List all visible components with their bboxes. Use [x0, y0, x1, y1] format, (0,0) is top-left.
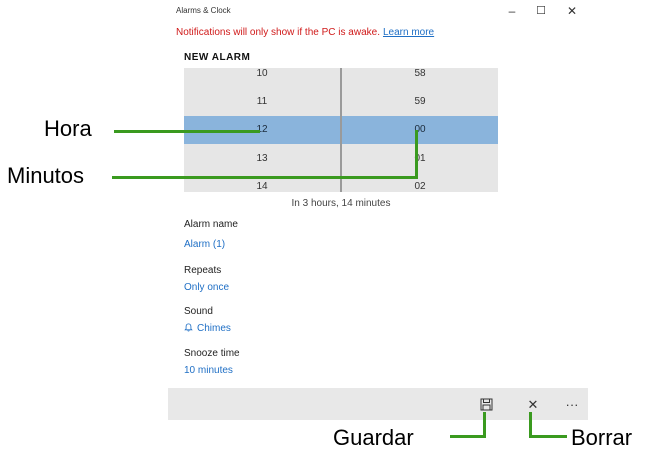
minute-item[interactable]: 02 [342, 181, 498, 192]
minute-item-selected[interactable]: 00 [342, 124, 498, 136]
bell-icon [184, 323, 193, 332]
close-window-button[interactable]: ✕ [562, 3, 582, 19]
alarm-name-label: Alarm name [184, 219, 238, 230]
annotation-minutos-line-v [415, 130, 418, 179]
minute-item[interactable]: 58 [342, 68, 498, 80]
snooze-selector[interactable]: 10 minutes [184, 365, 233, 376]
repeats-selector[interactable]: Only once [184, 282, 229, 293]
repeats-label: Repeats [184, 265, 222, 276]
sound-label: Sound [184, 306, 213, 317]
minimize-button[interactable]: – [502, 3, 522, 19]
maximize-button[interactable]: ☐ [531, 3, 551, 19]
hour-item[interactable]: 14 [184, 181, 340, 192]
sound-selector[interactable]: Chimes [184, 323, 231, 334]
annotation-hora: Hora [44, 116, 92, 141]
minute-item[interactable]: 59 [342, 96, 498, 108]
annotation-guardar: Guardar [333, 425, 414, 450]
new-alarm-heading: NEW ALARM [184, 52, 251, 63]
annotation-hora-line [114, 130, 260, 133]
learn-more-link[interactable]: Learn more [383, 27, 434, 38]
more-button[interactable]: ··· [561, 395, 583, 415]
annotation-guardar-line-v [483, 412, 486, 438]
hour-item[interactable]: 11 [184, 96, 340, 108]
window-title: Alarms & Clock [176, 6, 231, 15]
save-icon [480, 398, 492, 411]
annotation-minutos: Minutos [7, 163, 85, 188]
alarm-name-field[interactable]: Alarm (1) [184, 239, 225, 250]
minute-item[interactable]: 01 [342, 153, 498, 165]
annotation-borrar: Borrar [571, 425, 633, 450]
annotation-guardar-line-h [450, 435, 486, 438]
relative-time-text: In 3 hours, 14 minutes [291, 198, 391, 209]
annotation-minutos-line-h [112, 176, 418, 179]
sound-value: Chimes [197, 323, 231, 334]
notification-text: Notifications will only show if the PC i… [176, 27, 380, 38]
notification-warning: Notifications will only show if the PC i… [176, 27, 434, 38]
annotation-borrar-line-h [529, 435, 567, 438]
delete-button[interactable]: ✕ [522, 395, 544, 415]
minute-column[interactable]: 58 59 00 01 02 [342, 68, 498, 192]
hour-item[interactable]: 10 [184, 68, 340, 80]
hour-item[interactable]: 13 [184, 153, 340, 165]
save-button[interactable] [475, 395, 497, 415]
snooze-label: Snooze time [184, 348, 240, 359]
